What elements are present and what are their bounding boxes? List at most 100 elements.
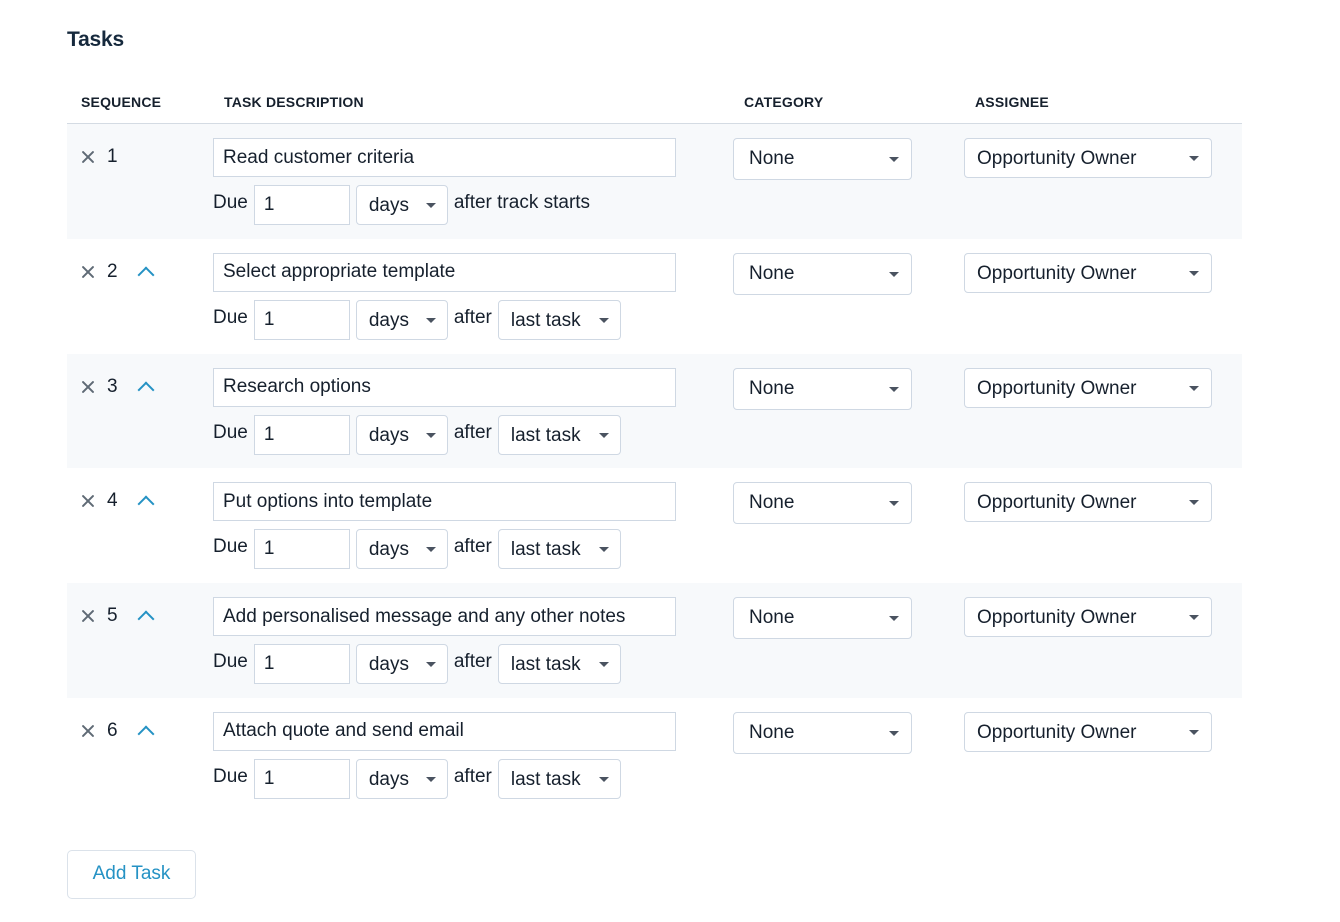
assignee-select[interactable]: Opportunity Owner [964,138,1212,178]
due-reference-value: last task [510,539,581,561]
task-description-input[interactable] [213,597,676,637]
due-value-input[interactable] [253,529,350,570]
due-value-input[interactable] [253,758,350,799]
assignee-select[interactable]: Opportunity Owner [964,252,1212,293]
due-reference-value: last task [510,768,581,790]
category-select[interactable]: None [733,597,912,640]
due-line: Due days after last task [213,414,621,455]
assignee-value: Opportunity Owner [977,607,1137,629]
section-title: Tasks [67,28,124,51]
due-value-input[interactable] [253,299,350,340]
due-unit-value: days [368,195,409,216]
close-icon[interactable] [79,722,97,740]
task-row: 6 Due days after last task None Opportun… [67,698,1242,813]
add-task-button[interactable]: Add Task [67,849,196,899]
category-select[interactable]: None [733,252,912,295]
due-unit-select[interactable]: days [355,299,448,340]
category-select[interactable]: None [733,711,912,754]
due-reference-select[interactable]: last task [497,758,621,799]
chevron-up-icon[interactable] [135,377,155,397]
sequence-number: 2 [107,260,118,282]
category-value: None [749,377,795,399]
chevron-up-icon[interactable] [135,721,155,741]
close-icon[interactable] [79,378,97,396]
task-description-input[interactable] [213,711,676,751]
caret-down-icon [425,662,436,668]
due-value-input[interactable] [253,414,350,455]
caret-down-icon [889,271,899,277]
chevron-up-icon[interactable] [135,491,155,511]
category-select[interactable]: None [733,138,912,180]
task-description-input[interactable] [213,367,676,407]
task-description-input[interactable] [213,138,676,177]
category-value: None [749,721,795,743]
category-value: None [749,262,795,284]
after-label: after [453,765,492,787]
due-reference-select[interactable]: last task [497,299,621,340]
due-value-input[interactable] [253,644,350,685]
tasks-page: Tasks SEQUENCE TASK DESCRIPTION CATEGORY… [0,0,1340,899]
caret-down-icon [598,317,609,323]
due-reference-select[interactable]: last task [497,644,621,685]
assignee-select[interactable]: Opportunity Owner [964,482,1212,523]
sequence-cell: 3 [79,375,155,397]
task-description-input[interactable] [213,252,676,292]
due-unit-value: days [368,424,409,446]
due-unit-value: days [368,539,409,561]
caret-down-icon [889,616,899,622]
caret-down-icon [889,386,899,392]
due-reference-select[interactable]: last task [497,414,621,455]
assignee-value: Opportunity Owner [977,148,1137,169]
category-select[interactable]: None [733,367,912,410]
due-line: Due days after last task [213,529,621,570]
due-unit-value: days [368,768,409,790]
due-label: Due [213,651,248,673]
due-unit-select[interactable]: days [355,644,448,685]
sequence-number: 3 [107,375,118,397]
assignee-value: Opportunity Owner [977,377,1137,399]
column-header-category: CATEGORY [744,94,824,110]
due-unit-select[interactable]: days [355,758,448,799]
close-icon[interactable] [79,148,97,166]
sequence-cell: 5 [79,605,155,627]
chevron-up-icon[interactable] [135,262,155,282]
task-rows: 1 Due days after track starts None Oppor… [67,124,1242,813]
close-icon[interactable] [79,607,97,625]
column-header-task-description: TASK DESCRIPTION [224,94,364,110]
task-description-input[interactable] [213,482,676,522]
caret-down-icon [598,776,609,782]
after-label: after [453,651,492,673]
task-row: 3 Due days after last task None Opportun… [67,353,1242,469]
caret-down-icon [889,501,899,507]
due-reference-select[interactable]: last task [497,529,621,570]
caret-down-icon [1189,500,1199,506]
category-value: None [749,492,795,514]
task-row: 4 Due days after last task None Opportun… [67,468,1242,583]
close-icon[interactable] [79,492,97,510]
due-unit-value: days [368,309,409,331]
caret-down-icon [889,730,899,736]
due-value-input[interactable] [253,185,350,225]
due-unit-select[interactable]: days [355,414,448,455]
due-unit-select[interactable]: days [355,529,448,570]
assignee-select[interactable]: Opportunity Owner [964,367,1212,408]
caret-down-icon [1189,156,1199,161]
assignee-select[interactable]: Opportunity Owner [964,711,1212,752]
due-line: Due days after last task [213,644,621,685]
task-row: 2 Due days after last task None Opportun… [67,239,1242,354]
category-select[interactable]: None [733,482,912,525]
due-line: Due days after last task [213,299,621,340]
due-reference-value: last task [510,424,581,446]
tasks-table: SEQUENCE TASK DESCRIPTION CATEGORY ASSIG… [67,94,1242,813]
sequence-number: 6 [107,719,118,741]
due-unit-select[interactable]: days [355,185,448,225]
sequence-number: 5 [107,605,118,627]
caret-down-icon [425,317,436,323]
sequence-cell: 2 [79,260,155,282]
due-label: Due [213,192,248,213]
caret-down-icon [598,662,609,668]
chevron-up-icon[interactable] [135,606,155,626]
assignee-select[interactable]: Opportunity Owner [964,597,1212,638]
close-icon[interactable] [79,263,97,281]
caret-down-icon [425,776,436,782]
